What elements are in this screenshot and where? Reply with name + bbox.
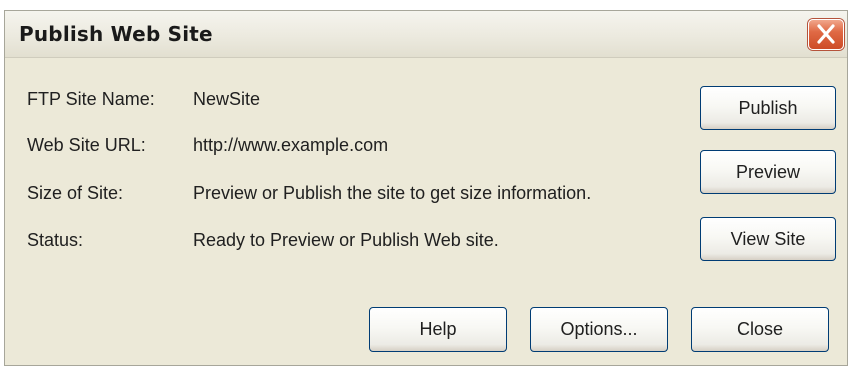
help-button[interactable]: Help — [369, 307, 507, 352]
status-label: Status: — [27, 230, 84, 250]
publish-button-label: Publish — [738, 98, 798, 118]
view-site-button[interactable]: View Site — [700, 217, 836, 261]
options-button-label: Options... — [560, 319, 638, 339]
status-value: Ready to Preview or Publish Web site. — [193, 230, 499, 250]
options-button[interactable]: Options... — [530, 307, 668, 352]
size-of-site-label: Size of Site: — [27, 183, 124, 203]
close-button[interactable]: Close — [691, 307, 829, 352]
view-site-button-label: View Site — [730, 229, 806, 249]
close-window-button[interactable] — [808, 19, 844, 50]
size-of-site-value: Preview or Publish the site to get size … — [193, 183, 592, 203]
help-button-label: Help — [419, 319, 457, 339]
publish-button[interactable]: Publish — [700, 86, 836, 130]
preview-button-label: Preview — [735, 162, 801, 182]
close-x-icon — [817, 24, 835, 44]
preview-button[interactable]: Preview — [700, 150, 836, 194]
window-title: Publish Web Site — [19, 22, 213, 46]
title-bar[interactable]: Publish Web Site — [5, 11, 847, 58]
web-site-url-value: http://www.example.com — [193, 135, 389, 155]
ftp-site-name-value: NewSite — [193, 89, 261, 109]
web-site-url-label: Web Site URL: — [27, 135, 146, 155]
ftp-site-name-label: FTP Site Name: — [27, 89, 155, 109]
close-button-label: Close — [736, 319, 784, 339]
publish-dialog: Publish Web Site FTP Site Name: NewSite … — [4, 10, 848, 366]
